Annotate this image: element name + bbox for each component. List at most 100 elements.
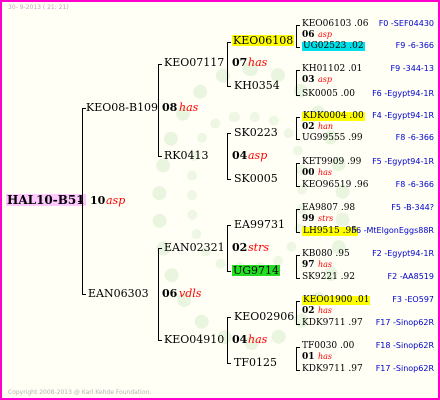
connector-line [296, 70, 297, 96]
connector-line [296, 347, 297, 371]
connector-line [296, 301, 297, 325]
connector-line [296, 186, 300, 187]
ancestor-name: SK0005 .00 [302, 89, 355, 99]
ancestor-name: KDK9711 .97 [302, 318, 363, 328]
ancestor-info: F17 -Sinop62R [375, 318, 434, 327]
connector-line [227, 42, 231, 43]
ancestor-label: asp [318, 30, 332, 39]
ss-gen: 07 [232, 56, 248, 69]
dd-name: KEO04910 [164, 333, 225, 346]
ds-gen: 02 [232, 241, 248, 254]
connector-line [296, 25, 297, 48]
ancestor-info: F17 -Sinop62R [375, 364, 434, 373]
sds-name: SK0223 [234, 126, 278, 139]
sire-name: KEO08-B109 [86, 101, 159, 114]
ancestor-gen: 00 [302, 168, 315, 178]
ancestor-name: KET9909 .99 [302, 157, 362, 167]
pedigree-frame: 30- 9-2013 ( 21: 21) HAL10-B51 10 asp KE… [0, 0, 440, 400]
ancestor-name: UG99555 .99 [302, 133, 363, 143]
dam-gen: 06 [162, 287, 178, 300]
ancestor-name: KEO96519 .96 [302, 180, 369, 190]
dss-name: EA99731 [234, 218, 285, 231]
ancestor-label: han [318, 122, 334, 131]
connector-line [296, 25, 300, 26]
dd-label: has [248, 333, 268, 346]
ancestor-name: UG02523 .02 [302, 41, 365, 51]
ancestor-info: F5 -Egypt94-1R [372, 157, 434, 166]
ancestor-info: F8 -6-366 [395, 133, 434, 142]
root-label: asp [106, 194, 126, 207]
connector-line [296, 347, 300, 348]
connector-line [296, 163, 297, 187]
ancestor-name: KH01102 .01 [302, 64, 363, 74]
ds-name: EAN02321 [164, 241, 225, 254]
connector-line [158, 340, 162, 341]
connector-line [227, 133, 228, 180]
ancestor-label: has [318, 352, 333, 361]
ancestor-gen: 03 [302, 75, 315, 85]
connector-line [296, 209, 297, 233]
connector-line [296, 301, 300, 302]
ancestor-gen: 02 [302, 122, 315, 132]
ancestor-info: F2 -Egypt94-1R [372, 249, 434, 258]
connector-line [82, 108, 86, 109]
ss-label: has [248, 56, 268, 69]
ancestor-name: LH9515 .95 [302, 226, 358, 236]
ancestor-label: asp [318, 75, 332, 84]
sire-gen: 08 [162, 101, 178, 114]
connector-line [296, 117, 297, 140]
sd-name: RK0413 [164, 149, 209, 162]
connector-line [227, 225, 228, 272]
connector-line [227, 86, 231, 87]
dsd-name: UG9714 [232, 264, 281, 277]
ancestor-name: KDK0004 .00 [302, 111, 365, 121]
ancestor-info: F18 -Sinop62R [375, 341, 434, 350]
connector-line [227, 363, 231, 364]
ss-name: KEO07117 [164, 56, 225, 69]
connector-line [296, 278, 300, 279]
connector-line [296, 209, 300, 210]
ancestor-label: has [318, 260, 333, 269]
sss-name: KEO06108 [232, 34, 295, 47]
ancestor-name: KB080 .95 [302, 249, 350, 259]
connector-line [296, 232, 300, 233]
connector-line [158, 248, 159, 341]
connector-line [296, 255, 300, 256]
connector-line [158, 156, 162, 157]
dd-gen: 04 [232, 333, 248, 346]
connector-line [296, 47, 300, 48]
ancestor-gen: 06 [302, 30, 315, 40]
sd-gen: 04 [232, 149, 248, 162]
connector-line [82, 108, 83, 295]
connector-line [82, 294, 86, 295]
ancestor-info: F0 -SEF04430 [378, 19, 434, 28]
dam-name: EAN06303 [88, 287, 149, 300]
root-gen: 10 [90, 194, 106, 207]
sdd-name: SK0005 [234, 172, 278, 185]
sd-label: asp [248, 149, 268, 162]
connector-line [227, 317, 231, 318]
connector-line [296, 163, 300, 164]
root-name: HAL10-B51 [6, 193, 86, 207]
dds-name: KEO02906 [234, 310, 295, 323]
ssd-name: KH0354 [234, 79, 280, 92]
ancestor-label: has [318, 168, 333, 177]
connector-line [296, 255, 297, 279]
connector-line [227, 225, 231, 226]
ancestor-label: has [318, 306, 333, 315]
ancestor-gen: 99 [302, 214, 315, 224]
ancestor-info: F9 -344-13 [390, 64, 434, 73]
ancestor-name: EA9807 .98 [302, 203, 356, 213]
ancestor-name: KEO06103 .06 [302, 19, 369, 29]
ds-label: strs [248, 241, 269, 254]
dam-label: vdls [179, 287, 202, 300]
connector-line [227, 42, 228, 87]
footer-copyright: Copyright 2008-2013 @ Karl Kehde Foundat… [8, 389, 152, 396]
connector-line [296, 370, 300, 371]
ddd-name: TF0125 [234, 356, 277, 369]
ancestor-name: SK9221 .92 [302, 272, 355, 282]
connector-line [296, 95, 300, 96]
ancestor-info: F9 -6-366 [395, 41, 434, 50]
ancestor-info: F6 -Egypt94-1R [372, 89, 434, 98]
ancestor-info: F6 -MtElgonEggs88R [351, 226, 434, 235]
